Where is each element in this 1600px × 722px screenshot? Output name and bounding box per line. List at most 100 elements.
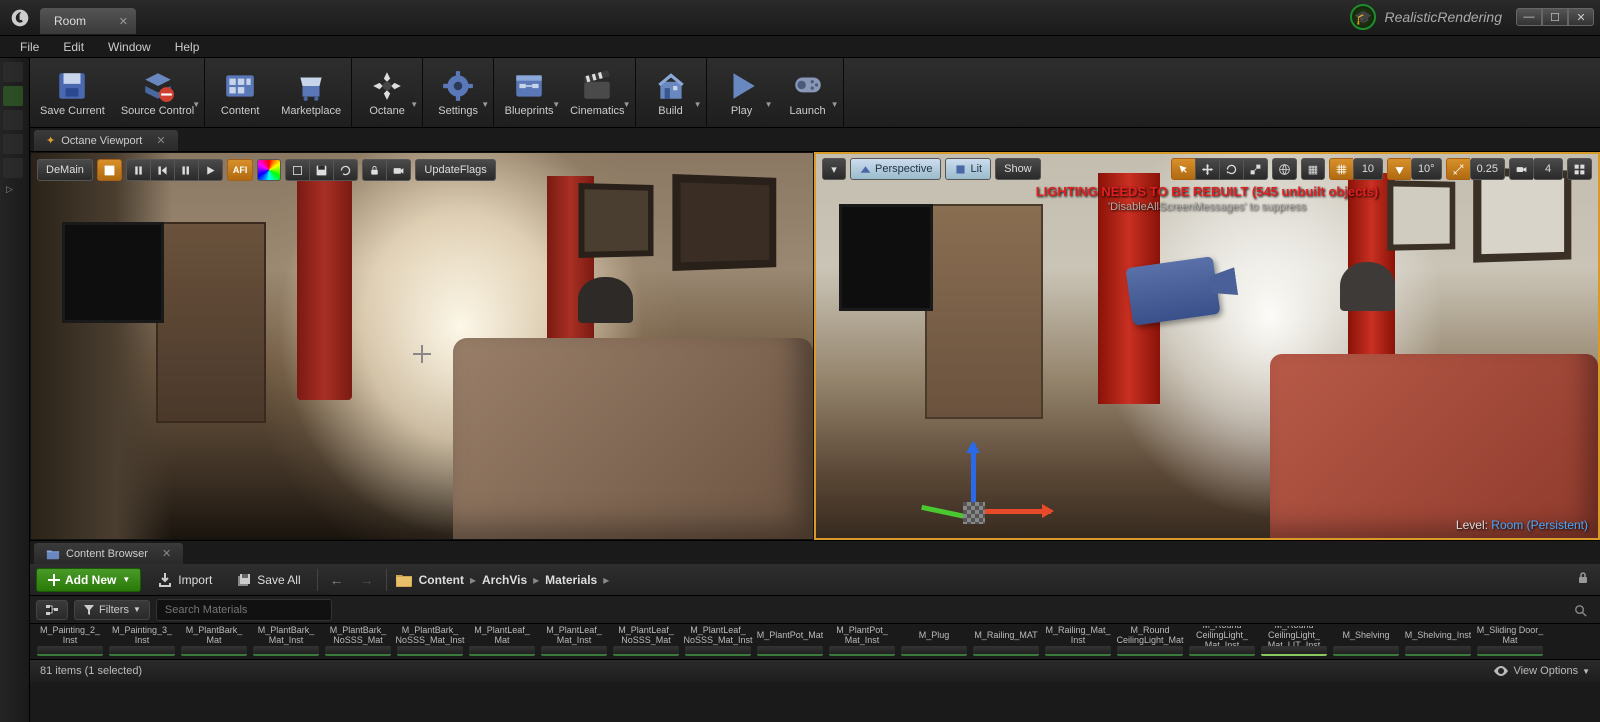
octane-button[interactable]: Octane ▼ xyxy=(354,58,420,127)
window-tab[interactable]: Room ✕ xyxy=(40,8,136,34)
scale-mode-button[interactable] xyxy=(1243,158,1268,180)
gutter-icon[interactable] xyxy=(3,62,23,82)
sources-toggle-button[interactable] xyxy=(36,600,68,620)
search-input[interactable] xyxy=(156,599,332,621)
gutter-icon[interactable] xyxy=(3,86,23,106)
close-icon[interactable]: ✕ xyxy=(119,15,128,28)
pause-button[interactable] xyxy=(126,159,150,181)
tab-content-browser[interactable]: Content Browser ✕ xyxy=(34,543,183,564)
breadcrumb-folder[interactable]: ArchVis xyxy=(482,573,527,587)
asset-item[interactable]: M_​Round CeilingLight_​Mat_​LIT_​Inst xyxy=(1258,624,1330,659)
demain-dropdown[interactable]: DeMain xyxy=(37,159,93,181)
asset-item[interactable]: M_​PlantLeaf_​NoSSS_​Mat xyxy=(610,624,682,659)
asset-grid[interactable]: M_​Painting_​2_​InstM_​Painting_​3_​Inst… xyxy=(30,624,1600,660)
source-control-button[interactable]: Source Control ▼ xyxy=(113,58,202,127)
close-button[interactable]: ✕ xyxy=(1568,8,1594,26)
add-new-button[interactable]: Add New ▼ xyxy=(36,568,141,592)
lock-icon[interactable] xyxy=(1576,571,1590,588)
viewport-options-button[interactable]: ▾ xyxy=(822,158,846,180)
transform-gizmo[interactable] xyxy=(925,416,1035,526)
asset-item[interactable]: M_​PlantPot_​Mat_​Inst xyxy=(826,624,898,659)
asset-item[interactable]: M_​Round CeilingLight_​Mat_​Inst xyxy=(1186,624,1258,659)
gutter-icon[interactable] xyxy=(3,110,23,130)
grid-snap-value[interactable]: 10 xyxy=(1353,158,1383,180)
stop-button[interactable] xyxy=(150,159,174,181)
tutorial-icon[interactable]: 🎓 xyxy=(1350,4,1376,30)
asset-item[interactable]: M_​Painting_​3_​Inst xyxy=(106,624,178,659)
select-mode-button[interactable] xyxy=(1171,158,1195,180)
content-button[interactable]: Content xyxy=(207,58,273,127)
folder-icon[interactable] xyxy=(395,573,413,587)
rotate-mode-button[interactable] xyxy=(1219,158,1243,180)
rotation-snap-value[interactable]: 10° xyxy=(1411,158,1442,180)
show-dropdown[interactable]: Show xyxy=(995,158,1041,180)
asset-item[interactable]: M_​PlantBark_​NoSSS_​Mat_​Inst xyxy=(394,624,466,659)
asset-item[interactable]: M_​Sliding Door_​Mat xyxy=(1474,624,1546,659)
asset-item[interactable]: M_​Shelving xyxy=(1330,624,1402,659)
color-wheel-button[interactable] xyxy=(257,159,281,181)
asset-item[interactable]: M_​Railing_​Mat_​Inst xyxy=(1042,624,1114,659)
play-button[interactable]: Play ▼ xyxy=(709,58,775,127)
close-icon[interactable]: ✕ xyxy=(156,134,165,147)
editor-viewport[interactable]: ▾ Perspective Lit Show ▦ 10 10° xyxy=(814,152,1600,540)
octane-viewport[interactable]: DeMain AFI UpdateFlags xyxy=(30,152,814,540)
asset-item[interactable]: M_​PlantBark_​NoSSS_​Mat xyxy=(322,624,394,659)
asset-item[interactable]: M_​PlantLeaf_​NoSSS_​Mat_​Inst xyxy=(682,624,754,659)
minimize-button[interactable]: — xyxy=(1516,8,1542,26)
grid-snap-toggle[interactable] xyxy=(1329,158,1353,180)
launch-button[interactable]: Launch ▼ xyxy=(775,58,841,127)
level-name[interactable]: Room (Persistent) xyxy=(1491,518,1588,532)
coordinate-space-button[interactable] xyxy=(1272,158,1297,180)
nav-back-button[interactable]: ← xyxy=(326,570,348,590)
marketplace-button[interactable]: Marketplace xyxy=(273,58,349,127)
camera-button[interactable] xyxy=(386,159,411,181)
asset-item[interactable]: M_​PlantLeaf_​Mat xyxy=(466,624,538,659)
scale-snap-toggle[interactable] xyxy=(1446,158,1470,180)
tab-octane-viewport[interactable]: ✦ Octane Viewport ✕ xyxy=(34,130,178,151)
gutter-icon[interactable] xyxy=(3,158,23,178)
close-icon[interactable]: ✕ xyxy=(162,547,171,560)
build-button[interactable]: Build ▼ xyxy=(638,58,704,127)
view-options-button[interactable]: View Options ▼ xyxy=(1493,665,1590,677)
surface-snap-button[interactable]: ▦ xyxy=(1301,158,1325,180)
lock-camera-button[interactable] xyxy=(362,159,386,181)
asset-item[interactable]: M_​PlantLeaf_​Mat_​Inst xyxy=(538,624,610,659)
save-all-button[interactable]: Save All xyxy=(228,568,308,592)
image-mode-button[interactable] xyxy=(97,159,122,181)
expand-arrow-icon[interactable]: ▷ xyxy=(0,182,29,197)
blueprints-button[interactable]: Blueprints ▼ xyxy=(496,58,562,127)
camera-speed-button[interactable] xyxy=(1509,158,1533,180)
menu-edit[interactable]: Edit xyxy=(53,37,94,57)
breadcrumb-root[interactable]: Content xyxy=(419,573,464,587)
menu-window[interactable]: Window xyxy=(98,37,161,57)
camera-speed-value[interactable]: 4 xyxy=(1533,158,1563,180)
settings-button[interactable]: Settings ▼ xyxy=(425,58,491,127)
menu-file[interactable]: File xyxy=(10,37,49,57)
region-button[interactable] xyxy=(285,159,309,181)
rotation-snap-toggle[interactable] xyxy=(1387,158,1411,180)
asset-item[interactable]: M_​PlantPot_​Mat xyxy=(754,624,826,659)
scale-snap-value[interactable]: 0.25 xyxy=(1470,158,1505,180)
asset-item[interactable]: M_​Round CeilingLight_​Mat xyxy=(1114,624,1186,659)
import-button[interactable]: Import xyxy=(149,568,220,592)
asset-item[interactable]: M_​PlantBark_​Mat_​Inst xyxy=(250,624,322,659)
asset-item[interactable]: M_​Painting_​2_​Inst xyxy=(34,624,106,659)
breadcrumb-folder[interactable]: Materials xyxy=(545,573,597,587)
asset-item[interactable]: M_​Railing_​MAT xyxy=(970,624,1042,659)
maximize-viewport-button[interactable] xyxy=(1567,158,1592,180)
asset-item[interactable]: M_​Plug xyxy=(898,624,970,659)
play-render-button[interactable] xyxy=(198,159,223,181)
resume-button[interactable] xyxy=(174,159,198,181)
maximize-button[interactable]: ☐ xyxy=(1542,8,1568,26)
menu-help[interactable]: Help xyxy=(165,37,210,57)
gutter-icon[interactable] xyxy=(3,134,23,154)
refresh-button[interactable] xyxy=(333,159,358,181)
lit-dropdown[interactable]: Lit xyxy=(945,158,991,180)
cinematics-button[interactable]: Cinematics ▼ xyxy=(562,58,632,127)
asset-item[interactable]: M_​Shelving_​Inst xyxy=(1402,624,1474,659)
translate-mode-button[interactable] xyxy=(1195,158,1219,180)
nav-forward-button[interactable]: → xyxy=(356,570,378,590)
save-image-button[interactable] xyxy=(309,159,333,181)
afi-button[interactable]: AFI xyxy=(227,159,254,181)
perspective-dropdown[interactable]: Perspective xyxy=(850,158,941,180)
